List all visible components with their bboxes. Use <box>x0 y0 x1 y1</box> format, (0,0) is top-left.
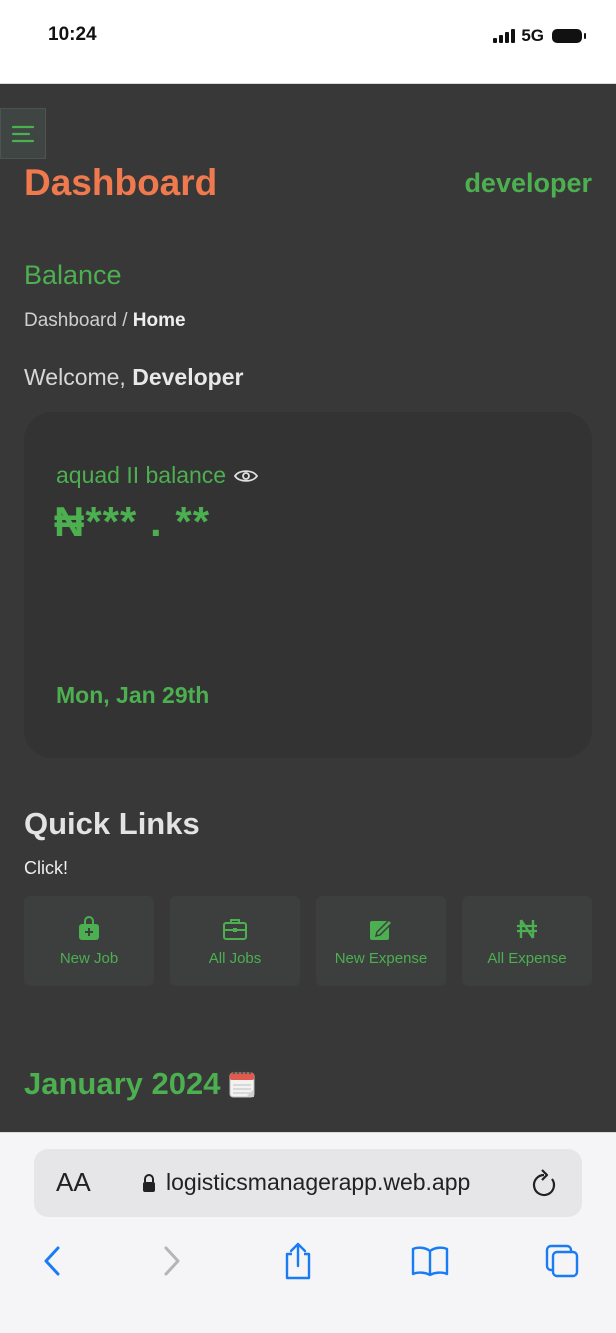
welcome-prefix: Welcome, <box>24 364 133 390</box>
text-size-label: AA <box>56 1167 91 1197</box>
calendar-month: January 2024 <box>24 1066 256 1102</box>
breadcrumb: Dashboard / Home <box>24 310 186 332</box>
breadcrumb-current: Home <box>132 310 186 331</box>
bag-plus-icon <box>79 915 99 940</box>
balance-amount: ₦*** . ** <box>54 498 211 545</box>
status-time: 10:24 <box>48 24 97 45</box>
quick-link-label: All Jobs <box>208 949 262 967</box>
welcome-message: Welcome, Developer <box>24 364 243 391</box>
calendar-month-label: January 2024 <box>24 1066 221 1101</box>
status-bar: 10:24 5G <box>0 0 616 84</box>
status-indicators: 5G <box>493 26 586 46</box>
app-content: Dashboard developer Balance Dashboard / … <box>0 84 616 1132</box>
breadcrumb-parent[interactable]: Dashboard <box>24 310 117 331</box>
share-icon <box>285 1242 311 1280</box>
quick-links-grid: New Job All Jobs New Expense All Expense <box>24 896 592 986</box>
signal-icon <box>493 29 516 43</box>
forward-button[interactable] <box>150 1239 194 1283</box>
url-display[interactable]: logisticsmanagerapp.web.app <box>142 1169 470 1196</box>
browser-toolbar: AA logisticsmanagerapp.web.app <box>0 1132 616 1333</box>
page-title: Dashboard <box>24 162 218 203</box>
quick-link-label: All Expense <box>487 949 567 967</box>
quick-links-title: Quick Links <box>24 806 200 841</box>
quick-link-new-job[interactable]: New Job <box>24 896 154 986</box>
balance-label-row: aquad II balance <box>56 462 259 489</box>
naira-icon <box>517 918 537 939</box>
tabs-button[interactable] <box>540 1239 584 1283</box>
address-bar[interactable]: AA logisticsmanagerapp.web.app <box>34 1149 582 1217</box>
url-text: logisticsmanagerapp.web.app <box>166 1169 471 1195</box>
share-button[interactable] <box>276 1239 320 1283</box>
bookmarks-icon <box>411 1246 449 1277</box>
welcome-name: Developer <box>132 364 244 390</box>
balance-card: aquad II balance ₦*** . ** Mon, Jan 29th <box>24 412 592 758</box>
battery-icon <box>552 29 586 43</box>
back-button[interactable] <box>30 1239 74 1283</box>
section-heading: Balance <box>24 260 122 290</box>
quick-link-all-jobs[interactable]: All Jobs <box>170 896 300 986</box>
network-type: 5G <box>521 26 544 45</box>
tabs-icon <box>545 1244 579 1278</box>
back-icon <box>44 1246 60 1276</box>
briefcase-icon <box>223 918 247 940</box>
quick-link-new-expense[interactable]: New Expense <box>316 896 446 986</box>
balance-date: Mon, Jan 29th <box>56 682 210 708</box>
quick-link-label: New Job <box>59 949 119 967</box>
hamburger-icon <box>11 125 35 142</box>
calendar-icon <box>229 1071 255 1098</box>
breadcrumb-separator: / <box>116 310 133 331</box>
username[interactable]: developer <box>464 168 592 199</box>
quick-link-label: New Expense <box>334 949 428 967</box>
edit-icon <box>370 918 394 940</box>
quick-links-subtitle: Click! <box>24 858 68 878</box>
lock-icon <box>143 1173 155 1192</box>
quick-link-all-expense[interactable]: All Expense <box>462 896 592 986</box>
balance-label: aquad II balance <box>56 462 227 488</box>
menu-button[interactable] <box>0 108 46 159</box>
eye-icon[interactable] <box>234 468 259 484</box>
reload-icon[interactable] <box>530 1167 558 1199</box>
forward-icon <box>164 1246 180 1276</box>
text-size-button[interactable]: AA <box>56 1167 91 1198</box>
browser-nav-row <box>0 1239 616 1295</box>
bookmarks-button[interactable] <box>408 1239 452 1283</box>
